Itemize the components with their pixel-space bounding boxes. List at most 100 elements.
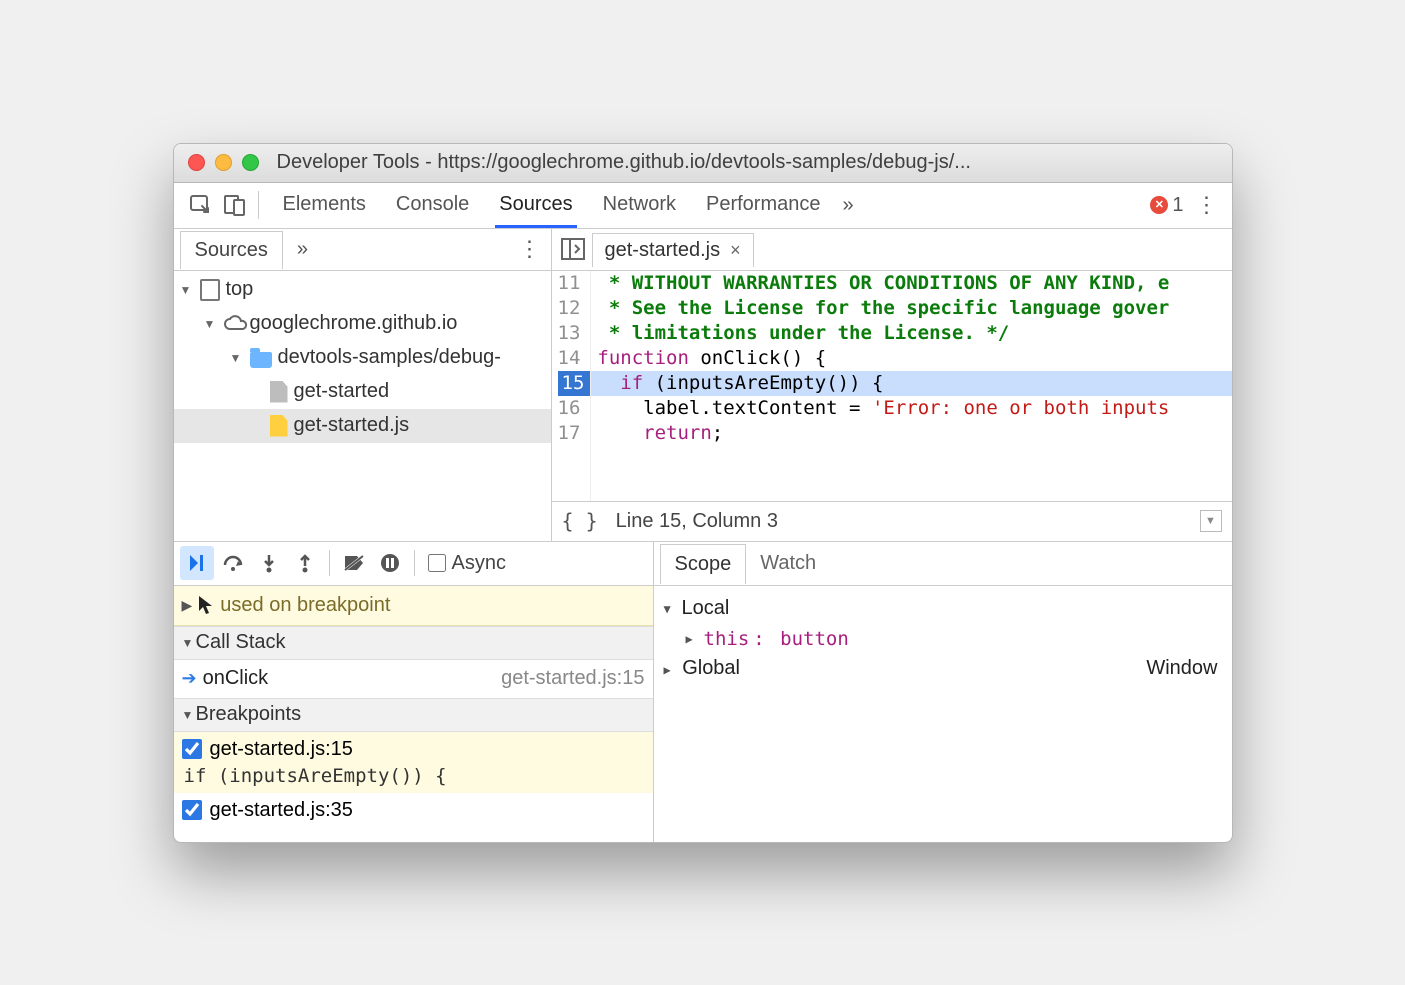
tree-label: get-started: [294, 380, 390, 403]
breakpoint-row[interactable]: get-started.js:15 if (inputsAreEmpty()) …: [174, 732, 653, 793]
editor-pane: get-started.js × 11121314151617 * WITHOU…: [552, 229, 1232, 541]
breakpoint-checkbox[interactable]: [182, 800, 202, 820]
breakpoints-header[interactable]: ▼ Breakpoints: [174, 698, 653, 732]
file-tab-get-started-js[interactable]: get-started.js ×: [592, 233, 754, 267]
file-tab-label: get-started.js: [605, 239, 721, 262]
tree-node-folder[interactable]: ▼ devtools-samples/debug-: [174, 341, 551, 375]
tab-network[interactable]: Network: [599, 183, 680, 228]
inspect-element-icon[interactable]: [184, 188, 218, 222]
editor-tabs: get-started.js ×: [552, 229, 1232, 271]
tab-watch[interactable]: Watch: [746, 544, 830, 583]
tabs-overflow-button[interactable]: »: [843, 194, 854, 217]
scope-tabs: Scope Watch: [654, 542, 1232, 586]
resume-button[interactable]: [180, 546, 214, 580]
tab-console[interactable]: Console: [392, 183, 473, 228]
scope-tree: ▼ Local ▶ this: button ▶ Global Window: [654, 586, 1232, 842]
tab-elements[interactable]: Elements: [279, 183, 370, 228]
tab-performance[interactable]: Performance: [702, 183, 825, 228]
close-window-button[interactable]: [188, 154, 205, 171]
line-gutter[interactable]: 11121314151617: [552, 271, 592, 501]
tree-node-domain[interactable]: ▼ googlechrome.github.io: [174, 307, 551, 341]
callstack-label: Call Stack: [196, 631, 286, 654]
breakpoint-code: if (inputsAreEmpty()) {: [182, 761, 645, 787]
frame-icon: [200, 279, 220, 301]
expand-icon: ▶: [686, 632, 700, 646]
expand-icon: ▼: [180, 283, 194, 297]
cursor-position: Line 15, Column 3: [616, 510, 778, 533]
window-titlebar: Developer Tools - https://googlechrome.g…: [174, 144, 1232, 183]
expand-icon: ▼: [664, 602, 678, 616]
error-icon: [1150, 196, 1168, 214]
navigator-menu-button[interactable]: ⋮: [515, 236, 545, 262]
error-count-badge[interactable]: 1: [1150, 194, 1183, 217]
panel-tabs: Elements Console Sources Network Perform…: [279, 183, 825, 228]
debugger-toolbar: Async: [174, 542, 653, 586]
tab-scope[interactable]: Scope: [660, 544, 747, 584]
code-content[interactable]: * WITHOUT WARRANTIES OR CONDITIONS OF AN…: [591, 271, 1231, 501]
breakpoints-label: Breakpoints: [196, 703, 302, 726]
pause-on-exceptions-button[interactable]: [373, 546, 407, 580]
tree-label: devtools-samples/debug-: [278, 346, 501, 369]
current-frame-icon: ➔: [182, 668, 197, 689]
pretty-print-button[interactable]: { }: [562, 509, 598, 533]
async-checkbox[interactable]: Async: [428, 552, 506, 575]
cloud-icon: [224, 313, 244, 335]
breakpoint-checkbox[interactable]: [182, 739, 202, 759]
statusbar-dropdown[interactable]: ▼: [1200, 510, 1222, 532]
tree-label: get-started.js: [294, 414, 410, 437]
navigator-toggle-icon[interactable]: [554, 238, 592, 260]
navigator-pane: Sources » ⋮ ▼ top ▼ googlechrome.github.…: [174, 229, 552, 541]
scope-global-label: Global: [682, 657, 740, 679]
zoom-window-button[interactable]: [242, 154, 259, 171]
frame-location: get-started.js:15: [501, 667, 644, 690]
toolbar-separator: [329, 550, 330, 576]
close-tab-icon[interactable]: ×: [730, 240, 741, 261]
toggle-device-icon[interactable]: [218, 188, 252, 222]
code-editor[interactable]: 11121314151617 * WITHOUT WARRANTIES OR C…: [552, 271, 1232, 501]
callstack-frame[interactable]: ➔ onClick get-started.js:15: [174, 660, 653, 698]
devtools-menu-button[interactable]: ⋮: [1192, 192, 1222, 218]
editor-statusbar: { } Line 15, Column 3 ▼: [552, 501, 1232, 541]
expand-icon: ▼: [204, 317, 218, 331]
tree-node-top[interactable]: ▼ top: [174, 273, 551, 307]
tree-node-file-html[interactable]: get-started: [174, 375, 551, 409]
breakpoint-location: get-started.js:15: [210, 738, 353, 761]
async-checkbox-input[interactable]: [428, 554, 446, 572]
play-icon: ▶: [182, 597, 193, 614]
tree-label: top: [226, 278, 254, 301]
scope-watch-pane: Scope Watch ▼ Local ▶ this: button ▶ Glo…: [654, 542, 1232, 842]
tab-sources[interactable]: Sources: [495, 183, 576, 228]
scope-this[interactable]: ▶ this: button: [664, 624, 1222, 654]
sources-body: Sources » ⋮ ▼ top ▼ googlechrome.github.…: [174, 229, 1232, 541]
devtools-window: Developer Tools - https://googlechrome.g…: [173, 143, 1233, 843]
callstack-header[interactable]: ▼ Call Stack: [174, 626, 653, 660]
tree-node-file-js[interactable]: get-started.js: [174, 409, 551, 443]
tree-label: googlechrome.github.io: [250, 312, 458, 335]
expand-icon: ▶: [664, 663, 671, 677]
step-out-button[interactable]: [288, 546, 322, 580]
document-icon: [270, 381, 288, 403]
scope-global[interactable]: ▶ Global Window: [664, 654, 1222, 684]
file-tree: ▼ top ▼ googlechrome.github.io ▼ devtool…: [174, 271, 551, 443]
mouse-cursor-icon: [198, 595, 214, 615]
js-file-icon: [270, 415, 288, 437]
async-label: Async: [452, 552, 506, 575]
scope-this-value: button: [780, 628, 849, 650]
scope-local[interactable]: ▼ Local: [664, 594, 1222, 624]
minimize-window-button[interactable]: [215, 154, 232, 171]
main-toolbar: Elements Console Sources Network Perform…: [174, 183, 1232, 229]
step-into-button[interactable]: [252, 546, 286, 580]
breakpoint-row[interactable]: get-started.js:35: [174, 793, 653, 828]
expand-icon: ▼: [182, 708, 196, 722]
scope-local-label: Local: [682, 597, 730, 620]
expand-icon: ▼: [182, 636, 196, 650]
paused-banner: ▶ used on breakpoint: [174, 586, 653, 626]
frame-function: onClick: [203, 667, 269, 690]
subtab-overflow[interactable]: »: [297, 238, 308, 261]
subtab-sources[interactable]: Sources: [180, 231, 283, 269]
deactivate-breakpoints-button[interactable]: [337, 546, 371, 580]
breakpoint-location: get-started.js:35: [210, 799, 353, 822]
debugger-pane: Async ▶ used on breakpoint ▼ Call Stack …: [174, 541, 1232, 842]
step-over-button[interactable]: [216, 546, 250, 580]
navigator-tabs: Sources » ⋮: [174, 229, 551, 271]
